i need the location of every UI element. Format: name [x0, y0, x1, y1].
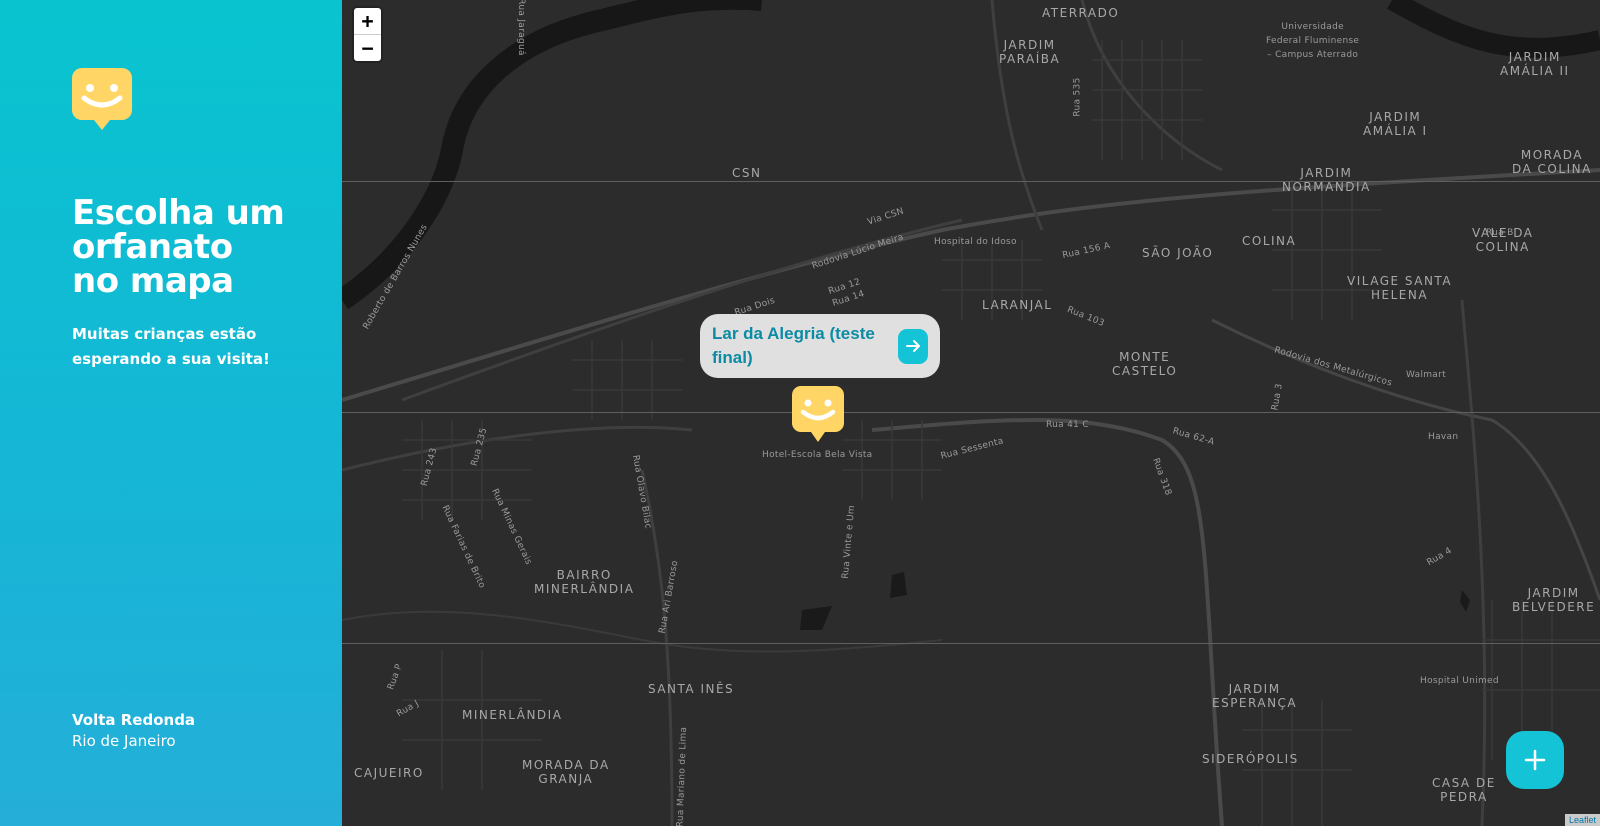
map-label: MONTE CASTELO [1112, 350, 1178, 378]
map-label: MORADA DA COLINA [1512, 148, 1592, 176]
zoom-out-button[interactable]: − [354, 35, 381, 61]
map-label: VILAGE SANTA HELENA [1347, 274, 1453, 302]
tile-seam [342, 643, 1600, 644]
map-label: JARDIM PARAÍBA [999, 38, 1061, 66]
add-orphanage-button[interactable] [1506, 731, 1564, 789]
tile-seam [342, 412, 1600, 413]
zoom-control: + − [354, 8, 381, 61]
sidebar: Escolha um orfanato no mapa Muitas crian… [0, 0, 342, 826]
map-label: Havan [1428, 432, 1459, 442]
orphanage-name: Lar da Alegria (teste final) [712, 324, 875, 367]
map-label: CASA DE PEDRA [1432, 776, 1496, 804]
orphanage-marker-icon[interactable] [792, 386, 844, 444]
zoom-in-button[interactable]: + [354, 8, 381, 35]
map-label: SANTA INÊS [648, 682, 735, 696]
city-name: Volta Redonda [72, 711, 196, 729]
orphanage-details-button[interactable] [898, 328, 928, 364]
map-label: Universidade Federal Fluminense – Campus… [1266, 22, 1360, 60]
map-label: MINERLÂNDIA [462, 708, 563, 722]
map-label: JARDIM BELVEDERE [1512, 586, 1596, 614]
page-title: Escolha um orfanato no mapa [72, 193, 285, 301]
orphanage-popup[interactable]: Lar da Alegria (teste final) [700, 314, 940, 378]
map-label: Hotel-Escola Bela Vista [762, 450, 873, 460]
map-label: SÃO JOÃO [1142, 246, 1214, 260]
map-label: Hospital do Idoso [934, 237, 1017, 247]
map-label: MORADA DA GRANJA [522, 758, 610, 786]
page-subtitle: Muitas crianças estão esperando a sua vi… [72, 325, 270, 368]
map-label: Walmart [1406, 370, 1446, 380]
map-label: ATERRADO [1042, 6, 1120, 20]
map-label: JARDIM AMÁLIA I [1363, 110, 1428, 138]
tile-seam [342, 181, 1600, 182]
map-label: JARDIM NORMANDIA [1282, 166, 1371, 194]
map-label: JARDIM ESPERANÇA [1212, 682, 1298, 710]
map-label: BAIRRO MINERLÂNDIA [534, 568, 635, 596]
map-label: CAJUEIRO [354, 766, 424, 780]
state-name: Rio de Janeiro [72, 732, 176, 750]
map-label: Rua B [1486, 228, 1514, 238]
happy-face-logo-icon[interactable] [72, 68, 132, 134]
plus-icon [1524, 749, 1546, 771]
location: Volta Redonda Rio de Janeiro [72, 710, 195, 752]
map-label: COLINA [1242, 234, 1297, 248]
arrow-right-icon [906, 340, 920, 352]
map[interactable]: ATERRADO Universidade Federal Fluminense… [342, 0, 1600, 826]
map-label: CSN [732, 166, 762, 180]
map-label: Rua 41 C [1046, 420, 1089, 430]
map-label: JARDIM AMÁLIA II [1500, 50, 1570, 78]
map-label: LARANJAL [982, 298, 1053, 312]
map-attribution[interactable]: Leaflet [1564, 814, 1600, 826]
map-label: Rua 535 [1072, 77, 1083, 117]
map-label: Hospital Unimed [1420, 676, 1499, 686]
map-label: SIDERÓPOLIS [1202, 752, 1299, 766]
map-label: Rua Jaraguá [515, 0, 526, 56]
